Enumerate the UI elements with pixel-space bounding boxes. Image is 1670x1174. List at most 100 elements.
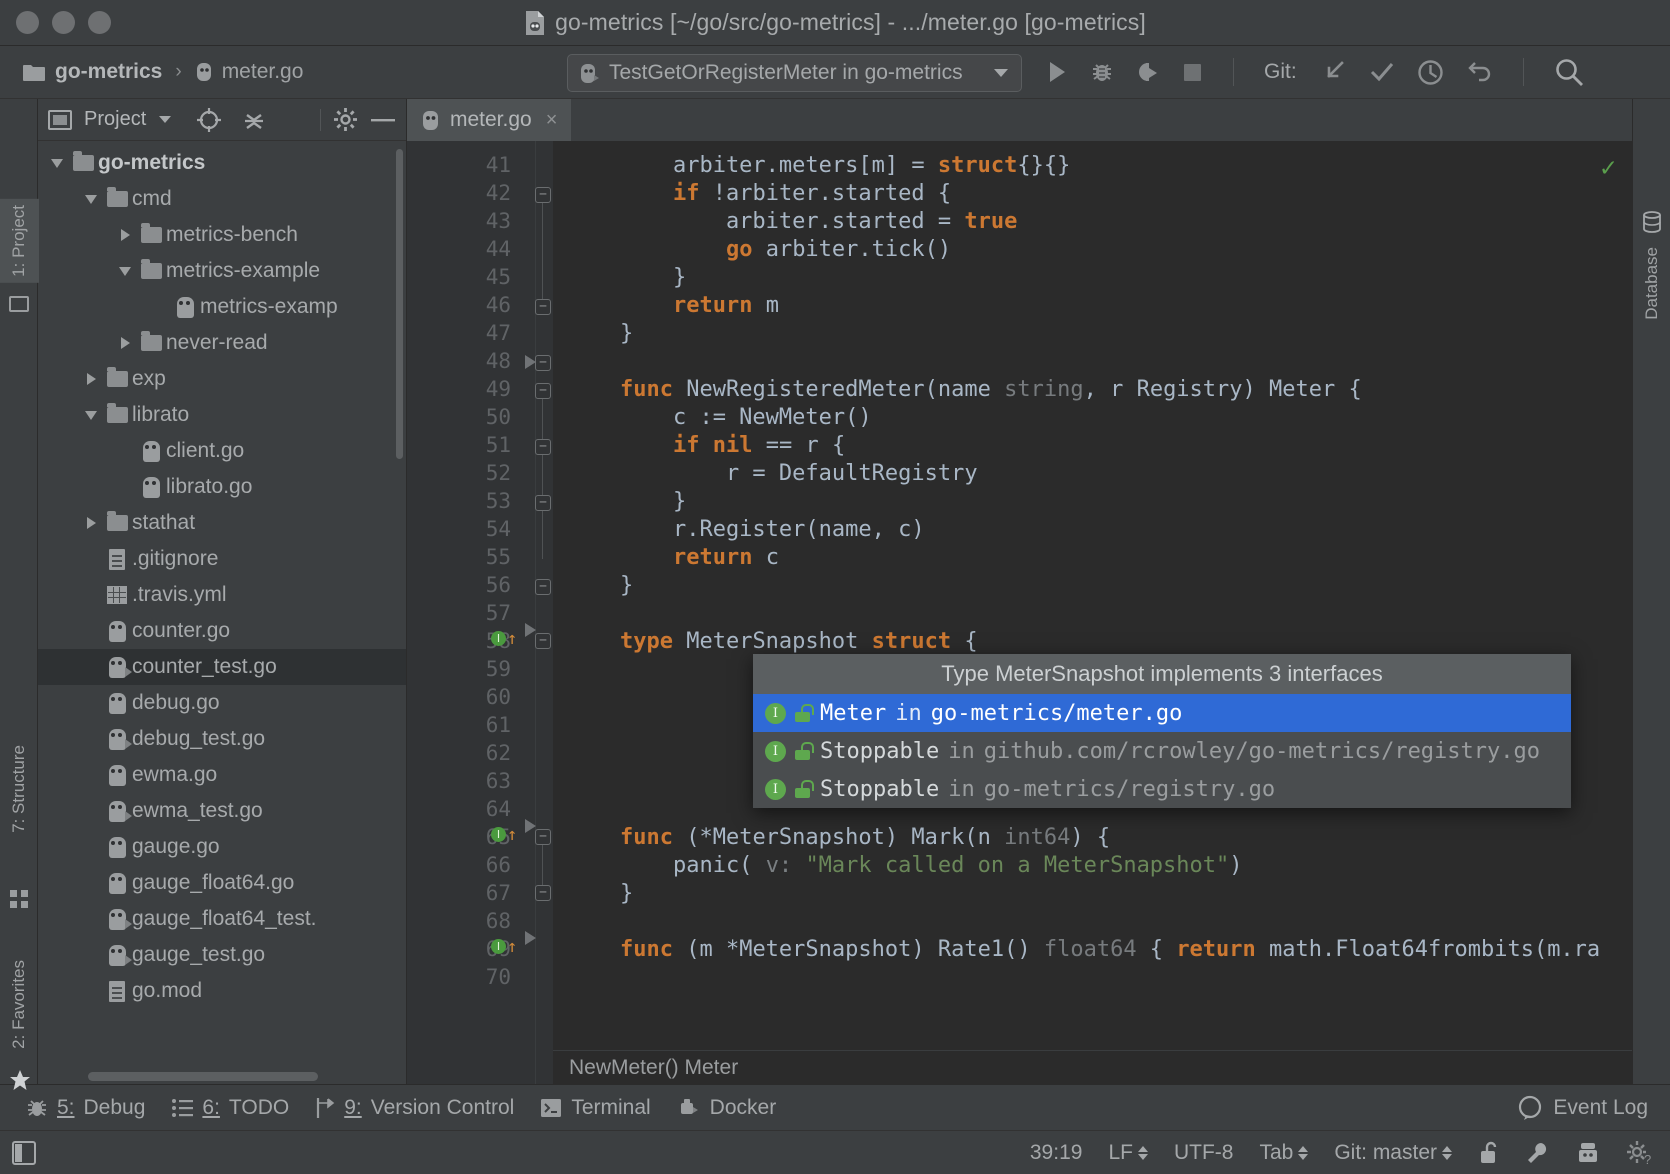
- fold-marker[interactable]: −: [535, 633, 551, 649]
- code-line[interactable]: func NewRegisteredMeter(name string, r R…: [567, 377, 1362, 402]
- code-line[interactable]: r = DefaultRegistry: [567, 461, 978, 486]
- chevron-down-icon[interactable]: [158, 115, 172, 124]
- debug-icon[interactable]: [1090, 60, 1114, 84]
- sidebar-item-structure[interactable]: 7: Structure: [0, 739, 39, 839]
- tree-node[interactable]: metrics-examp: [38, 289, 406, 325]
- tree-node[interactable]: gauge_test.go: [38, 937, 406, 973]
- fold-marker[interactable]: −: [535, 187, 551, 203]
- coverage-icon[interactable]: [1136, 60, 1160, 84]
- tree-node[interactable]: client.go: [38, 433, 406, 469]
- tree-node[interactable]: librato: [38, 397, 406, 433]
- tree-node[interactable]: go-metrics: [38, 145, 406, 181]
- implements-gutter-icon[interactable]: I↑: [491, 827, 517, 842]
- caret-position[interactable]: 39:19: [1030, 1141, 1083, 1165]
- bottom-item-debug[interactable]: 5: Debug: [26, 1096, 145, 1120]
- wrench-icon[interactable]: [1526, 1141, 1550, 1165]
- implements-popup-row[interactable]: IMeteringo-metrics/meter.go: [753, 694, 1571, 732]
- code-line[interactable]: return c: [567, 545, 779, 570]
- fold-marker[interactable]: −: [535, 383, 551, 399]
- code-line[interactable]: func (*MeterSnapshot) Mark(n int64) {: [567, 825, 1110, 850]
- maximize-window-button[interactable]: [88, 11, 111, 34]
- tree-node[interactable]: ewma.go: [38, 757, 406, 793]
- code-line[interactable]: func (m *MeterSnapshot) Rate1() float64 …: [567, 937, 1600, 962]
- editor-breadcrumb-label[interactable]: NewMeter() Meter: [569, 1056, 738, 1080]
- inspection-status-icon[interactable]: ✓: [1600, 153, 1616, 183]
- fold-marker[interactable]: −: [535, 355, 551, 371]
- tree-node[interactable]: librato.go: [38, 469, 406, 505]
- tree-node[interactable]: ewma_test.go: [38, 793, 406, 829]
- code-line[interactable]: arbiter.started = true: [567, 209, 1017, 234]
- tree-node[interactable]: go.mod: [38, 973, 406, 1009]
- collapse-arrow-icon[interactable]: [80, 411, 102, 420]
- tree-node[interactable]: counter.go: [38, 613, 406, 649]
- fold-marker[interactable]: −: [535, 885, 551, 901]
- implements-popup-row[interactable]: IStoppableingithub.com/rcrowley/go-metri…: [753, 732, 1571, 770]
- expand-arrow-icon[interactable]: [114, 229, 136, 241]
- unlock-icon[interactable]: [1478, 1141, 1500, 1165]
- fold-marker[interactable]: −: [535, 579, 551, 595]
- chevron-down-icon[interactable]: [993, 68, 1009, 78]
- tree-node[interactable]: counter_test.go: [38, 649, 406, 685]
- implements-popup[interactable]: Type MeterSnapshot implements 3 interfac…: [753, 654, 1571, 808]
- editor-tab-meter-go[interactable]: meter.go ×: [407, 99, 571, 141]
- code-line[interactable]: }: [567, 881, 633, 906]
- project-icon[interactable]: [9, 294, 29, 314]
- project-file-tree[interactable]: go-metricscmdmetrics-benchmetrics-exampl…: [38, 141, 406, 1084]
- fold-marker[interactable]: −: [535, 299, 551, 315]
- code-line[interactable]: c := NewMeter(): [567, 405, 872, 430]
- line-separator-widget[interactable]: LF: [1108, 1141, 1148, 1165]
- tree-node[interactable]: debug.go: [38, 685, 406, 721]
- code-line[interactable]: r.Register(name, c): [567, 517, 925, 542]
- sidebar-item-project[interactable]: 1: Project: [0, 199, 39, 283]
- tree-node[interactable]: stathat: [38, 505, 406, 541]
- encoding-widget[interactable]: UTF-8: [1174, 1141, 1234, 1165]
- expand-arrow-icon[interactable]: [80, 517, 102, 529]
- bottom-item-version-control[interactable]: 9: Version Control: [315, 1096, 514, 1120]
- tree-node[interactable]: gauge_float64.go: [38, 865, 406, 901]
- locate-icon[interactable]: [196, 107, 222, 133]
- bottom-item-docker[interactable]: Docker: [677, 1096, 777, 1120]
- stop-icon[interactable]: [1182, 62, 1203, 83]
- structure-icon[interactable]: [9, 889, 29, 909]
- code-line[interactable]: }: [567, 265, 686, 290]
- collapse-arrow-icon[interactable]: [114, 267, 136, 276]
- code-line[interactable]: go arbiter.tick(): [567, 237, 951, 262]
- code-line[interactable]: return m: [567, 293, 779, 318]
- tree-node[interactable]: .gitignore: [38, 541, 406, 577]
- commit-icon[interactable]: [1369, 59, 1395, 85]
- fold-marker[interactable]: −: [535, 829, 551, 845]
- window-controls[interactable]: [16, 11, 111, 34]
- rollback-icon[interactable]: [1466, 59, 1493, 86]
- tree-node[interactable]: metrics-example: [38, 253, 406, 289]
- implements-gutter-icon[interactable]: I↑: [491, 939, 517, 954]
- bottom-item-todo[interactable]: 6: TODO: [171, 1096, 289, 1120]
- run-icon[interactable]: [1046, 60, 1068, 84]
- event-log-button[interactable]: Event Log: [1517, 1095, 1648, 1121]
- search-icon[interactable]: [1554, 57, 1584, 87]
- expand-arrow-icon[interactable]: [114, 337, 136, 349]
- code-line[interactable]: type MeterSnapshot struct {: [567, 629, 978, 654]
- tree-node[interactable]: .travis.yml: [38, 577, 406, 613]
- collapse-arrow-icon[interactable]: [80, 195, 102, 204]
- project-horizontal-scrollbar[interactable]: [88, 1072, 318, 1081]
- sidebar-item-favorites[interactable]: 2: Favorites: [0, 954, 39, 1055]
- tree-node[interactable]: gauge_float64_test.: [38, 901, 406, 937]
- database-icon[interactable]: [1642, 211, 1662, 233]
- project-vertical-scrollbar[interactable]: [396, 149, 403, 459]
- tree-node[interactable]: never-read: [38, 325, 406, 361]
- sidebar-item-database[interactable]: Database: [1632, 241, 1670, 326]
- tree-node[interactable]: gauge.go: [38, 829, 406, 865]
- show-tool-windows-button[interactable]: [0, 1141, 48, 1165]
- code-line[interactable]: if nil == r {: [567, 433, 845, 458]
- run-gutter-icon[interactable]: [525, 355, 536, 369]
- indent-widget[interactable]: Tab: [1259, 1141, 1308, 1165]
- code-line[interactable]: arbiter.meters[m] = struct{}{}: [567, 153, 1070, 178]
- fold-marker[interactable]: −: [535, 495, 551, 511]
- breadcrumb[interactable]: go-metrics › meter.go: [22, 60, 303, 84]
- fold-marker[interactable]: −: [535, 439, 551, 455]
- code-line[interactable]: }: [567, 321, 633, 346]
- minimize-window-button[interactable]: [52, 11, 75, 34]
- project-panel-title[interactable]: Project: [84, 108, 146, 131]
- favorites-star-icon[interactable]: [9, 1069, 31, 1091]
- history-icon[interactable]: [1417, 59, 1444, 86]
